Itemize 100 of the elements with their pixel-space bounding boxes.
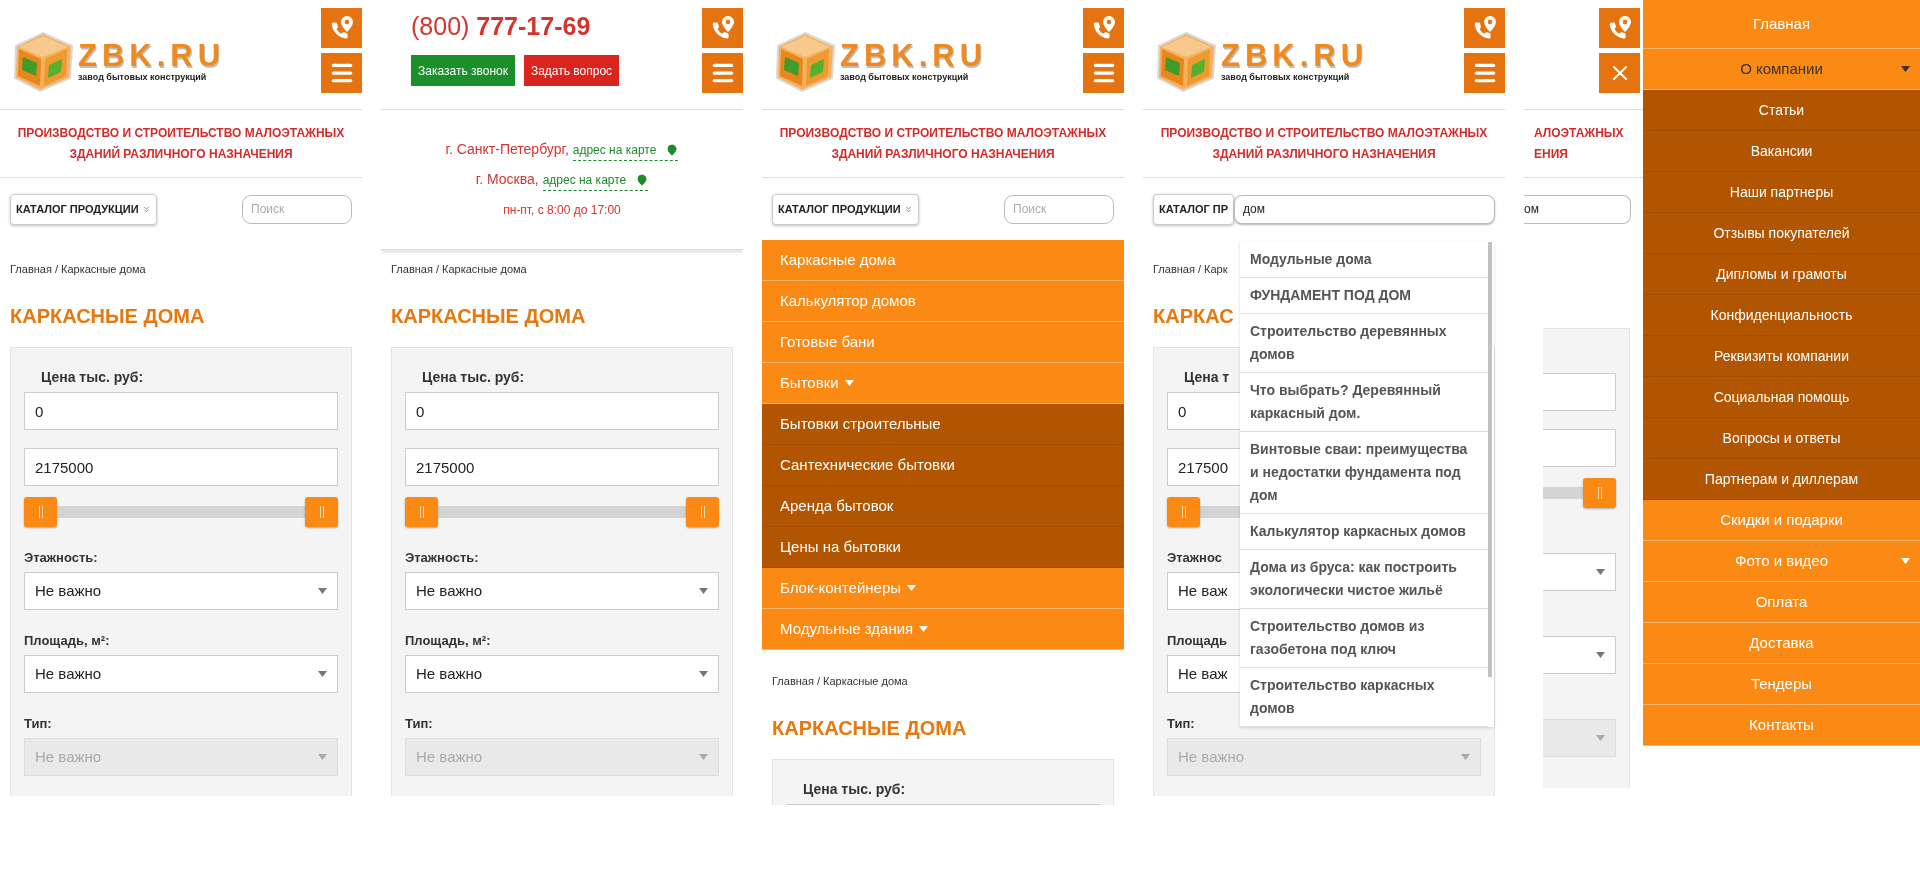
tagline: ПРОИЗВОДСТВО И СТРОИТЕЛЬСТВО МАЛОЭТАЖНЫХ ЗДАНИЙ РАЗЛИЧНОГО НАЗНАЧЕНИЯ — [779, 124, 1107, 163]
breadcrumb: Главная / Каркасные дома — [10, 262, 146, 276]
request-call-button[interactable]: Заказать звонок — [411, 55, 515, 86]
filter-label: Цена тыс. руб: — [803, 780, 906, 798]
catalog-button[interactable]: КАТАЛОГ ПР — [1153, 193, 1235, 225]
caret-down-icon — [844, 380, 854, 386]
breadcrumb: Главная / Каркасные дома — [391, 262, 527, 276]
submenu-item[interactable]: Вакансии — [1643, 131, 1920, 172]
map-pin-icon — [666, 144, 679, 156]
submenu-item[interactable]: Цены на бытовки — [762, 527, 1124, 568]
caret-down-icon — [1901, 66, 1910, 72]
caret-down-icon — [1901, 558, 1910, 564]
submenu-item[interactable]: Вопросы и ответы — [1643, 418, 1920, 459]
filter-label: Этажность: — [405, 549, 479, 566]
search-field[interactable]: ом — [1524, 194, 1631, 224]
filter-label: Цена тыс. руб: — [422, 368, 525, 386]
menu-item[interactable]: О компании — [1643, 49, 1920, 90]
submenu-item[interactable]: Социальная помощь — [1643, 377, 1920, 418]
contacts-button[interactable] — [1083, 8, 1124, 48]
select-field[interactable]: Не важно — [405, 572, 719, 610]
map-link[interactable]: адрес на карте — [542, 171, 649, 191]
input-field[interactable] — [1543, 373, 1616, 411]
submenu-item[interactable]: Наши партнеры — [1643, 172, 1920, 213]
filter-label: Этажность: — [24, 549, 98, 566]
filter-label: Цена тыс. руб: — [41, 368, 144, 386]
input-field[interactable]: 0 — [24, 392, 338, 430]
slider-handle[interactable] — [1167, 497, 1200, 527]
menu-button[interactable] — [702, 53, 743, 93]
search-result[interactable]: Строительство каркасных домов — [1240, 668, 1488, 727]
caret-down-icon — [699, 671, 708, 677]
map-link[interactable]: адрес на карте — [572, 141, 679, 161]
submenu-item[interactable]: Аренда бытовок — [762, 486, 1124, 527]
city-name: г. Санкт-Петербург, — [445, 140, 569, 159]
logo-wordmark: ZBK.RU — [78, 40, 226, 72]
contacts-button[interactable] — [1464, 8, 1505, 48]
filter-label: Этажнос — [1167, 549, 1222, 566]
catalog-button[interactable]: КАТАЛОГ ПРОДУКЦИИ — [772, 193, 919, 225]
close-button[interactable] — [1599, 53, 1640, 93]
search-field[interactable]: дом — [1234, 194, 1495, 224]
menu-button[interactable] — [1464, 53, 1505, 93]
input-field[interactable]: 2175000 — [405, 448, 719, 486]
caret-down-icon — [318, 588, 327, 594]
caret-down-icon — [699, 754, 708, 760]
city-name: г. Москва, — [475, 170, 539, 189]
scrollbar[interactable] — [1488, 242, 1492, 677]
filter-label: Площадь — [1167, 632, 1227, 649]
breadcrumb: Главная / Каркасные дома — [772, 674, 908, 688]
input-field[interactable] — [1543, 429, 1616, 467]
submenu-item[interactable]: Сантехнические бытовки — [762, 445, 1124, 486]
ask-question-button[interactable]: Задать вопрос — [523, 55, 620, 86]
submenu-item[interactable]: Конфиденциальность — [1643, 295, 1920, 336]
slider-handle[interactable] — [686, 497, 719, 527]
slider-handle[interactable] — [305, 497, 338, 527]
select-field[interactable]: Не важно — [405, 655, 719, 693]
menu-button[interactable] — [1083, 53, 1124, 93]
menu-button[interactable] — [321, 53, 362, 93]
filter-label: Площадь, м²: — [405, 632, 491, 649]
slider-handle[interactable] — [1583, 478, 1616, 508]
catalog-button[interactable]: КАТАЛОГ ПРОДУКЦИИ — [10, 193, 157, 225]
select-field[interactable]: Не важно — [24, 572, 338, 610]
submenu-item[interactable]: Партнерам и диллерам — [1643, 459, 1920, 500]
page-title: КАРКАСНЫЕ ДОМА — [772, 716, 967, 740]
tagline: ПРОИЗВОДСТВО И СТРОИТЕЛЬСТВО МАЛОЭТАЖНЫХ ЗДАНИЙ РАЗЛИЧНОГО НАЗНАЧЕНИЯ — [1160, 124, 1488, 163]
logo-slogan: завод бытовых конструкций — [840, 72, 970, 83]
contacts-button[interactable] — [321, 8, 362, 48]
contacts-button[interactable] — [1599, 8, 1640, 48]
breadcrumb: Главная / Карк — [1153, 262, 1228, 276]
double-chevron-icon — [903, 204, 913, 214]
submenu-item[interactable]: Дипломы и грамоты — [1643, 254, 1920, 295]
select-field[interactable] — [1543, 553, 1616, 591]
map-pin-icon — [636, 174, 649, 186]
select-field[interactable]: Не важно — [24, 655, 338, 693]
caret-down-icon — [1596, 735, 1605, 741]
input-field[interactable]: 2175000 — [24, 448, 338, 486]
caret-down-icon — [919, 626, 929, 632]
caret-down-icon — [1596, 569, 1605, 575]
submenu-item[interactable]: Бытовки строительные — [762, 404, 1124, 445]
caret-down-icon — [907, 585, 917, 591]
logo-slogan: завод бытовых конструкций — [78, 72, 208, 83]
submenu-item[interactable]: Статьи — [1643, 90, 1920, 131]
phone-number: (800) 777-17-69 — [411, 11, 592, 41]
contacts-button[interactable] — [702, 8, 743, 48]
caret-down-icon — [318, 754, 327, 760]
submenu-item[interactable]: Реквизиты компании — [1643, 336, 1920, 377]
select-field[interactable] — [1543, 636, 1616, 674]
input-field[interactable]: 0 — [405, 392, 719, 430]
caret-down-icon — [1596, 652, 1605, 658]
search-field[interactable]: Поиск — [242, 194, 352, 224]
slider-handle[interactable] — [24, 497, 57, 527]
search-field[interactable]: Поиск — [1004, 194, 1114, 224]
tagline: АЛОЭТАЖНЫХ ЕНИЯ — [1534, 124, 1624, 163]
filter-label: Площадь, м²: — [24, 632, 110, 649]
logo-wordmark: ZBK.RU — [1221, 40, 1369, 72]
caret-down-icon — [699, 588, 708, 594]
filter-label: Цена т — [1184, 368, 1230, 386]
filter-label: Тип: — [1167, 715, 1195, 732]
submenu-item[interactable]: Отзывы покупателей — [1643, 213, 1920, 254]
page-title: КАРКАС — [1153, 304, 1234, 328]
logo-wordmark: ZBK.RU — [840, 40, 988, 72]
slider-handle[interactable] — [405, 497, 438, 527]
